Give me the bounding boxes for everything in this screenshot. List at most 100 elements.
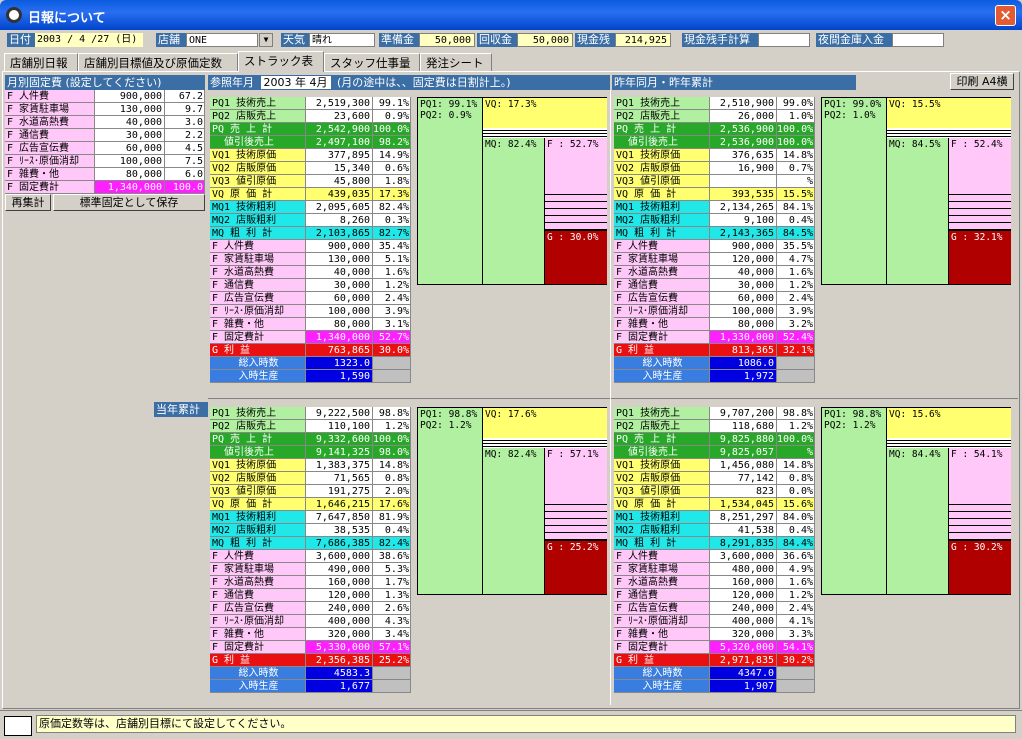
fixed-cost-percent: 7.5 xyxy=(165,155,205,168)
collect-label: 回収金 xyxy=(477,33,517,47)
row-percent: 84.4% xyxy=(777,537,815,550)
g-block: G : 30.2% xyxy=(949,541,1011,594)
ref-month-field[interactable]: 2003 年 4月 xyxy=(260,76,331,89)
store-select[interactable]: ONE xyxy=(186,33,258,47)
sales-block: PQ1: 99.0% PQ2: 1.0% xyxy=(822,98,886,284)
tab-struck[interactable]: ストラック表 xyxy=(238,51,324,72)
fixed-cost-amount[interactable]: 80,000 xyxy=(95,168,165,181)
row-percent: 30.0% xyxy=(373,344,411,357)
tab-staff-workload[interactable]: スタッフ仕事量 xyxy=(324,53,420,71)
struck-table: PQ1 技術売上 2,510,900 99.0% PQ2 店販売上 26,000 1.0%… xyxy=(614,97,815,383)
vq-block: VQ: 15.6% xyxy=(887,408,1011,438)
print-a4-button[interactable]: 印刷 A4横 xyxy=(950,73,1014,90)
fixed-cost-amount[interactable]: 1,340,000 xyxy=(95,181,165,194)
struck-table: PQ1 技術売上 9,707,200 98.8% PQ2 店販売上 118,680 1.2… xyxy=(614,407,815,693)
fixed-cost-amount[interactable]: 40,000 xyxy=(95,116,165,129)
row-label: PQ2 店販売上 xyxy=(210,110,306,123)
fixed-cost-label: F 家賃駐車場 xyxy=(5,103,95,116)
date-field[interactable]: 2003 / 4 /27 (日) xyxy=(35,33,143,47)
row-value: 2,143,365 xyxy=(710,227,777,240)
tab-store-daily[interactable]: 店舗別日報 xyxy=(4,53,78,71)
g-block: G : 30.0% xyxy=(545,231,607,284)
row-value: 376,635 xyxy=(710,149,777,162)
struck-table: PQ1 技術売上 2,519,300 99.1% PQ2 店販売上 23,600 0.9%… xyxy=(210,97,411,383)
row-percent: 2.0% xyxy=(373,485,411,498)
fixed-cost-row: F 通信費 30,000 2.2 xyxy=(5,129,205,142)
table-row: F 家賃駐車場 130,000 5.1% xyxy=(210,253,411,266)
row-value: 1,590 xyxy=(306,370,373,383)
row-label: G 利 益 xyxy=(614,344,710,357)
table-row: 入時生産 1,677 xyxy=(210,680,411,693)
close-button[interactable]: × xyxy=(995,5,1016,26)
status-bar: 原価定数等は、店舗別目標にて設定してください。 xyxy=(0,710,1022,739)
night-deposit-field[interactable] xyxy=(892,33,944,47)
row-label: PQ2 店販売上 xyxy=(614,110,710,123)
g-block: G : 32.1% xyxy=(949,231,1011,284)
chevron-down-icon[interactable]: ▼ xyxy=(259,33,273,47)
row-label: VQ1 技術原価 xyxy=(210,149,306,162)
table-row: VQ1 技術原価 1,456,080 14.8% xyxy=(614,459,815,472)
cashcalc-field[interactable] xyxy=(758,33,810,47)
table-row: F ﾘｰｽ･原価消却 400,000 4.3% xyxy=(210,615,411,628)
row-percent xyxy=(777,357,815,370)
row-percent: 2.4% xyxy=(777,292,815,305)
reserve-label: 準備金 xyxy=(379,33,419,47)
row-value: 9,707,200 xyxy=(710,407,777,420)
row-label: VQ2 店販原価 xyxy=(210,162,306,175)
fixed-cost-label: F ﾘｰｽ･原価消却 xyxy=(5,155,95,168)
row-label: 総入時数 xyxy=(614,357,710,370)
save-standard-button[interactable]: 標準固定として保存 xyxy=(53,194,205,211)
table-row: 値引後売上 2,497,100 98.2% xyxy=(210,136,411,149)
row-percent: 15.5% xyxy=(777,188,815,201)
tab-order-sheet[interactable]: 発注シート xyxy=(420,53,492,71)
fixed-cost-amount[interactable]: 130,000 xyxy=(95,103,165,116)
fixed-cost-amount[interactable]: 900,000 xyxy=(95,90,165,103)
vq-block: VQ: 17.6% xyxy=(483,408,607,438)
row-value: 823 xyxy=(710,485,777,498)
row-percent: 2.4% xyxy=(777,602,815,615)
f-detail-lines xyxy=(545,498,607,540)
row-value: 100,000 xyxy=(710,305,777,318)
row-percent: 1.6% xyxy=(373,266,411,279)
row-percent: 35.4% xyxy=(373,240,411,253)
row-percent: 0.0% xyxy=(777,485,815,498)
row-value: 4583.3 xyxy=(306,667,373,680)
row-label: VQ3 値引原価 xyxy=(210,485,306,498)
recalc-button[interactable]: 再集計 xyxy=(5,194,51,211)
row-label: F 水道高熱費 xyxy=(614,576,710,589)
fixed-cost-percent: 3.0 xyxy=(165,116,205,129)
reserve-field[interactable]: 50,000 xyxy=(419,33,475,47)
row-value: 320,000 xyxy=(306,628,373,641)
fixed-cost-amount[interactable]: 100,000 xyxy=(95,155,165,168)
row-percent: 52.4% xyxy=(777,331,815,344)
row-percent xyxy=(373,667,411,680)
fixed-cost-amount[interactable]: 30,000 xyxy=(95,129,165,142)
weather-field[interactable]: 晴れ xyxy=(309,33,375,47)
row-label: 値引後売上 xyxy=(210,136,306,149)
row-value: 41,538 xyxy=(710,524,777,537)
table-row: MQ 粗 利 計 8,291,835 84.4% xyxy=(614,537,815,550)
row-label: F 水道高熱費 xyxy=(210,576,306,589)
table-row: 入時生産 1,972 xyxy=(614,370,815,383)
row-percent: 1.2% xyxy=(777,420,815,433)
table-row: 値引後売上 2,536,900 100.0% xyxy=(614,136,815,149)
table-row: VQ2 店販原価 16,900 0.7% xyxy=(614,162,815,175)
row-percent: 0.3% xyxy=(373,214,411,227)
row-label: G 利 益 xyxy=(614,654,710,667)
tab-store-targets[interactable]: 店舗別目標値及び原価定数 xyxy=(78,53,238,71)
row-value: 763,865 xyxy=(306,344,373,357)
row-label: PQ1 技術売上 xyxy=(614,97,710,110)
table-row: PQ2 店販売上 110,100 1.2% xyxy=(210,420,411,433)
table-row: PQ1 技術売上 9,222,500 98.8% xyxy=(210,407,411,420)
fixed-cost-label: F 固定費計 xyxy=(5,181,95,194)
row-label: MQ 粗 利 計 xyxy=(614,537,710,550)
fixed-cost-amount[interactable]: 60,000 xyxy=(95,142,165,155)
row-label: F 人件費 xyxy=(614,240,710,253)
table-row: G 利 益 2,356,385 25.2% xyxy=(210,654,411,667)
fixed-cost-percent: 100.0 xyxy=(165,181,205,194)
collect-field[interactable]: 50,000 xyxy=(517,33,573,47)
table-row: F 固定費計 1,340,000 52.7% xyxy=(210,331,411,344)
table-row: 入時生産 1,907 xyxy=(614,680,815,693)
row-value: 5,320,000 xyxy=(710,641,777,654)
row-label: PQ2 店販売上 xyxy=(210,420,306,433)
